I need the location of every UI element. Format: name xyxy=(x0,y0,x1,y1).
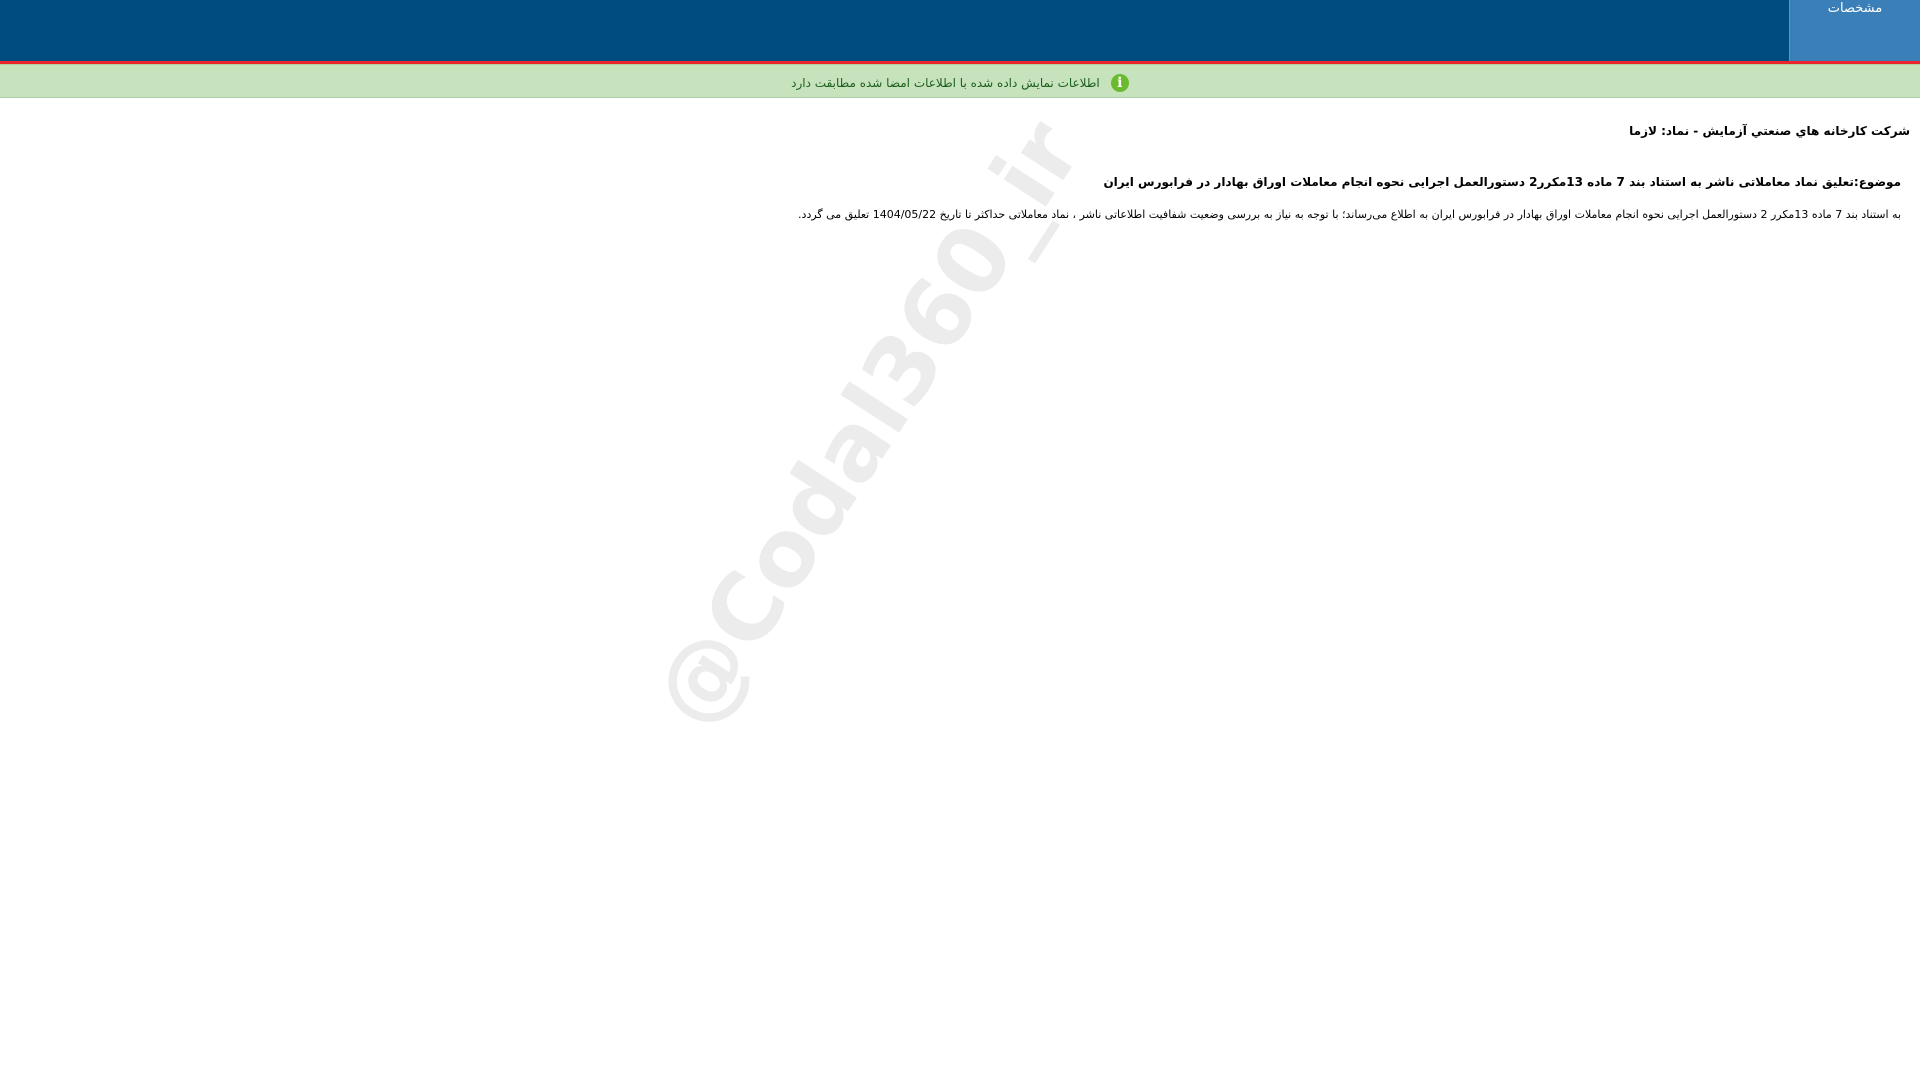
top-header: مشخصات xyxy=(0,0,1920,64)
info-icon: i xyxy=(1110,73,1129,92)
verification-notice-text: اطلاعات نمایش داده شده با اطلاعات امضا ش… xyxy=(791,75,1100,90)
verification-notice-bar: i اطلاعات نمایش داده شده با اطلاعات امضا… xyxy=(0,64,1920,98)
announcement-subject: موضوع:تعلیق نماد معاملاتی ناشر به استناد… xyxy=(1103,175,1901,189)
announcement-body: به استناد بند 7 ماده 13مکرر 2 دستورالعمل… xyxy=(798,208,1901,221)
announcement-content: شرکت کارخانه هاي صنعتي آزمايش - نماد: لا… xyxy=(20,124,1910,221)
tab-specifications[interactable]: مشخصات xyxy=(1789,0,1920,61)
company-title: شرکت کارخانه هاي صنعتي آزمايش - نماد: لا… xyxy=(1629,124,1910,138)
watermark-text: @Codal360_ir xyxy=(632,102,1103,746)
